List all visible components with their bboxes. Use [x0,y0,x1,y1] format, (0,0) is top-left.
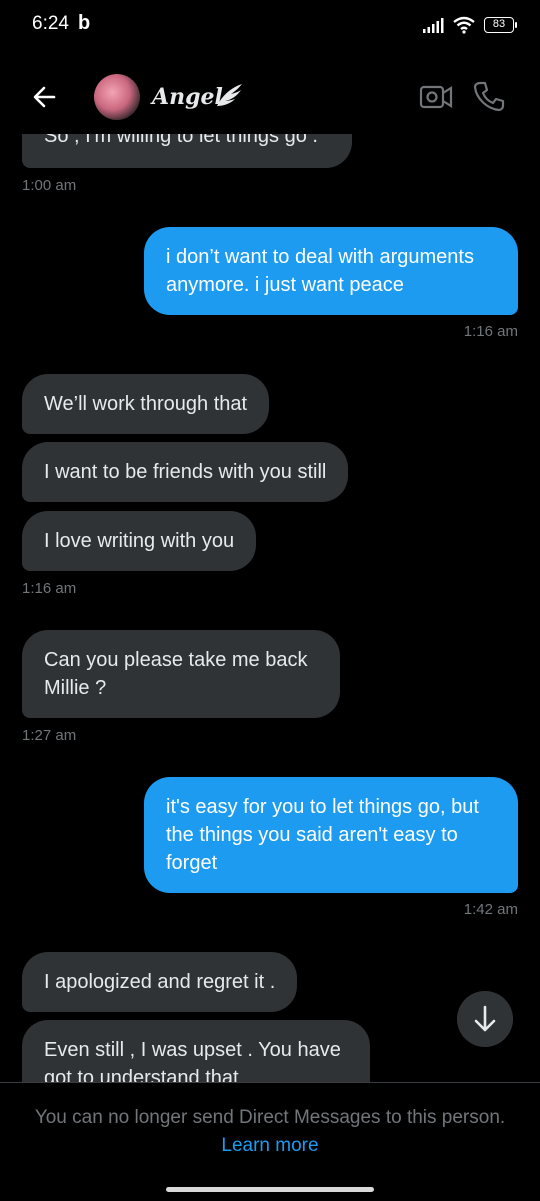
message-bubble-incoming[interactable]: I apologized and regret it . [22,952,298,1012]
message-text: I want to be friends with you still [44,461,327,483]
message-bubble-incoming[interactable]: Even still , I was upset . You have got … [22,1020,370,1082]
arrow-left-icon [33,86,56,108]
message-bubble-incoming[interactable]: I love writing with you [22,511,257,571]
message-timestamp: 1:16 am [463,323,518,340]
message-list[interactable]: So , I'm willing to let things go . 1:00… [0,134,540,1082]
video-call-button[interactable] [418,80,454,114]
message-bubble-incoming[interactable]: Can you please take me back Millie ? [22,630,340,718]
message-text: So , I'm willing to let things go . [44,134,318,147]
status-time: 6:24 [32,13,69,34]
message-timestamp: 1:16 am [22,580,77,597]
voice-call-button[interactable] [472,79,506,113]
conversation-header: Angel [0,58,540,134]
avatar[interactable] [94,74,140,120]
message-text: it's easy for you to let things go, but … [166,796,479,874]
message-bubble-outgoing[interactable]: i don’t want to deal with arguments anym… [144,227,518,315]
learn-more-link[interactable]: Learn more [0,1135,540,1157]
phone-icon [473,81,505,112]
message-bubble-incoming[interactable]: We’ll work through that [22,374,270,434]
message-bubble-outgoing[interactable]: it's easy for you to let things go, but … [144,777,518,893]
message-bubble-incoming[interactable]: I want to be friends with you still [22,442,349,502]
home-indicator[interactable] [166,1187,374,1192]
message-text: I apologized and regret it . [44,971,276,993]
signal-icon [423,18,444,33]
message-text: Can you please take me back Millie ? [44,649,308,699]
contact-name[interactable]: Angel [152,84,223,110]
scroll-to-bottom-button[interactable] [457,991,513,1047]
message-timestamp: 1:27 am [22,727,77,744]
app-notification-icon: b [78,12,91,34]
message-text: We’ll work through that [44,393,248,415]
battery-icon: 83 [484,17,517,33]
dm-disabled-notice: You can no longer send Direct Messages t… [34,1107,506,1128]
status-bar: 6:24 b 83 [0,0,540,50]
video-camera-icon [419,85,453,109]
status-icons: 83 [422,14,517,36]
message-text: Even still , I was upset . You have got … [44,1039,341,1082]
wifi-icon [453,16,475,34]
message-text: i don’t want to deal with arguments anym… [166,246,474,296]
message-text: I love writing with you [44,530,235,552]
back-button[interactable] [28,80,62,114]
message-bubble-incoming[interactable]: So , I'm willing to let things go . [22,134,352,168]
dm-disabled-footer: You can no longer send Direct Messages t… [0,1082,540,1201]
angel-wing-icon [217,84,242,106]
message-timestamp: 1:42 am [463,901,518,918]
message-timestamp: 1:00 am [22,177,77,194]
